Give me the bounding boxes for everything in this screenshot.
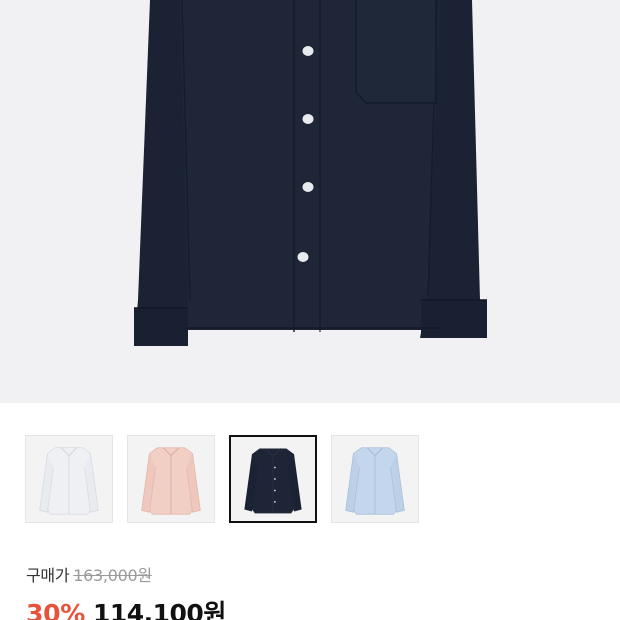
price-section: 구매가 163,000원 30% 114,100원: [26, 562, 606, 620]
product-hero-image[interactable]: [0, 0, 620, 403]
color-thumbnail-list: [25, 435, 605, 525]
light-blue-shirt-icon: [345, 447, 405, 515]
sale-price: 114,100원: [92, 599, 226, 620]
navy-shirt-image: [134, 0, 487, 346]
discount-rate: 30%: [26, 599, 85, 620]
buy-price-label: 구매가: [26, 566, 70, 585]
original-price: 163,000원: [73, 566, 152, 585]
sale-price-row: 30% 114,100원: [26, 594, 606, 620]
navy-shirt-icon: [244, 448, 302, 514]
thumbnail-pink-shirt[interactable]: [127, 435, 215, 523]
thumbnail-navy-shirt[interactable]: [229, 435, 317, 523]
thumbnail-light-blue-shirt[interactable]: [331, 435, 419, 523]
pink-shirt-icon: [141, 447, 201, 515]
thumbnail-white-shirt[interactable]: [25, 435, 113, 523]
price-label-row: 구매가 163,000원: [26, 562, 606, 586]
white-shirt-icon: [39, 447, 99, 515]
